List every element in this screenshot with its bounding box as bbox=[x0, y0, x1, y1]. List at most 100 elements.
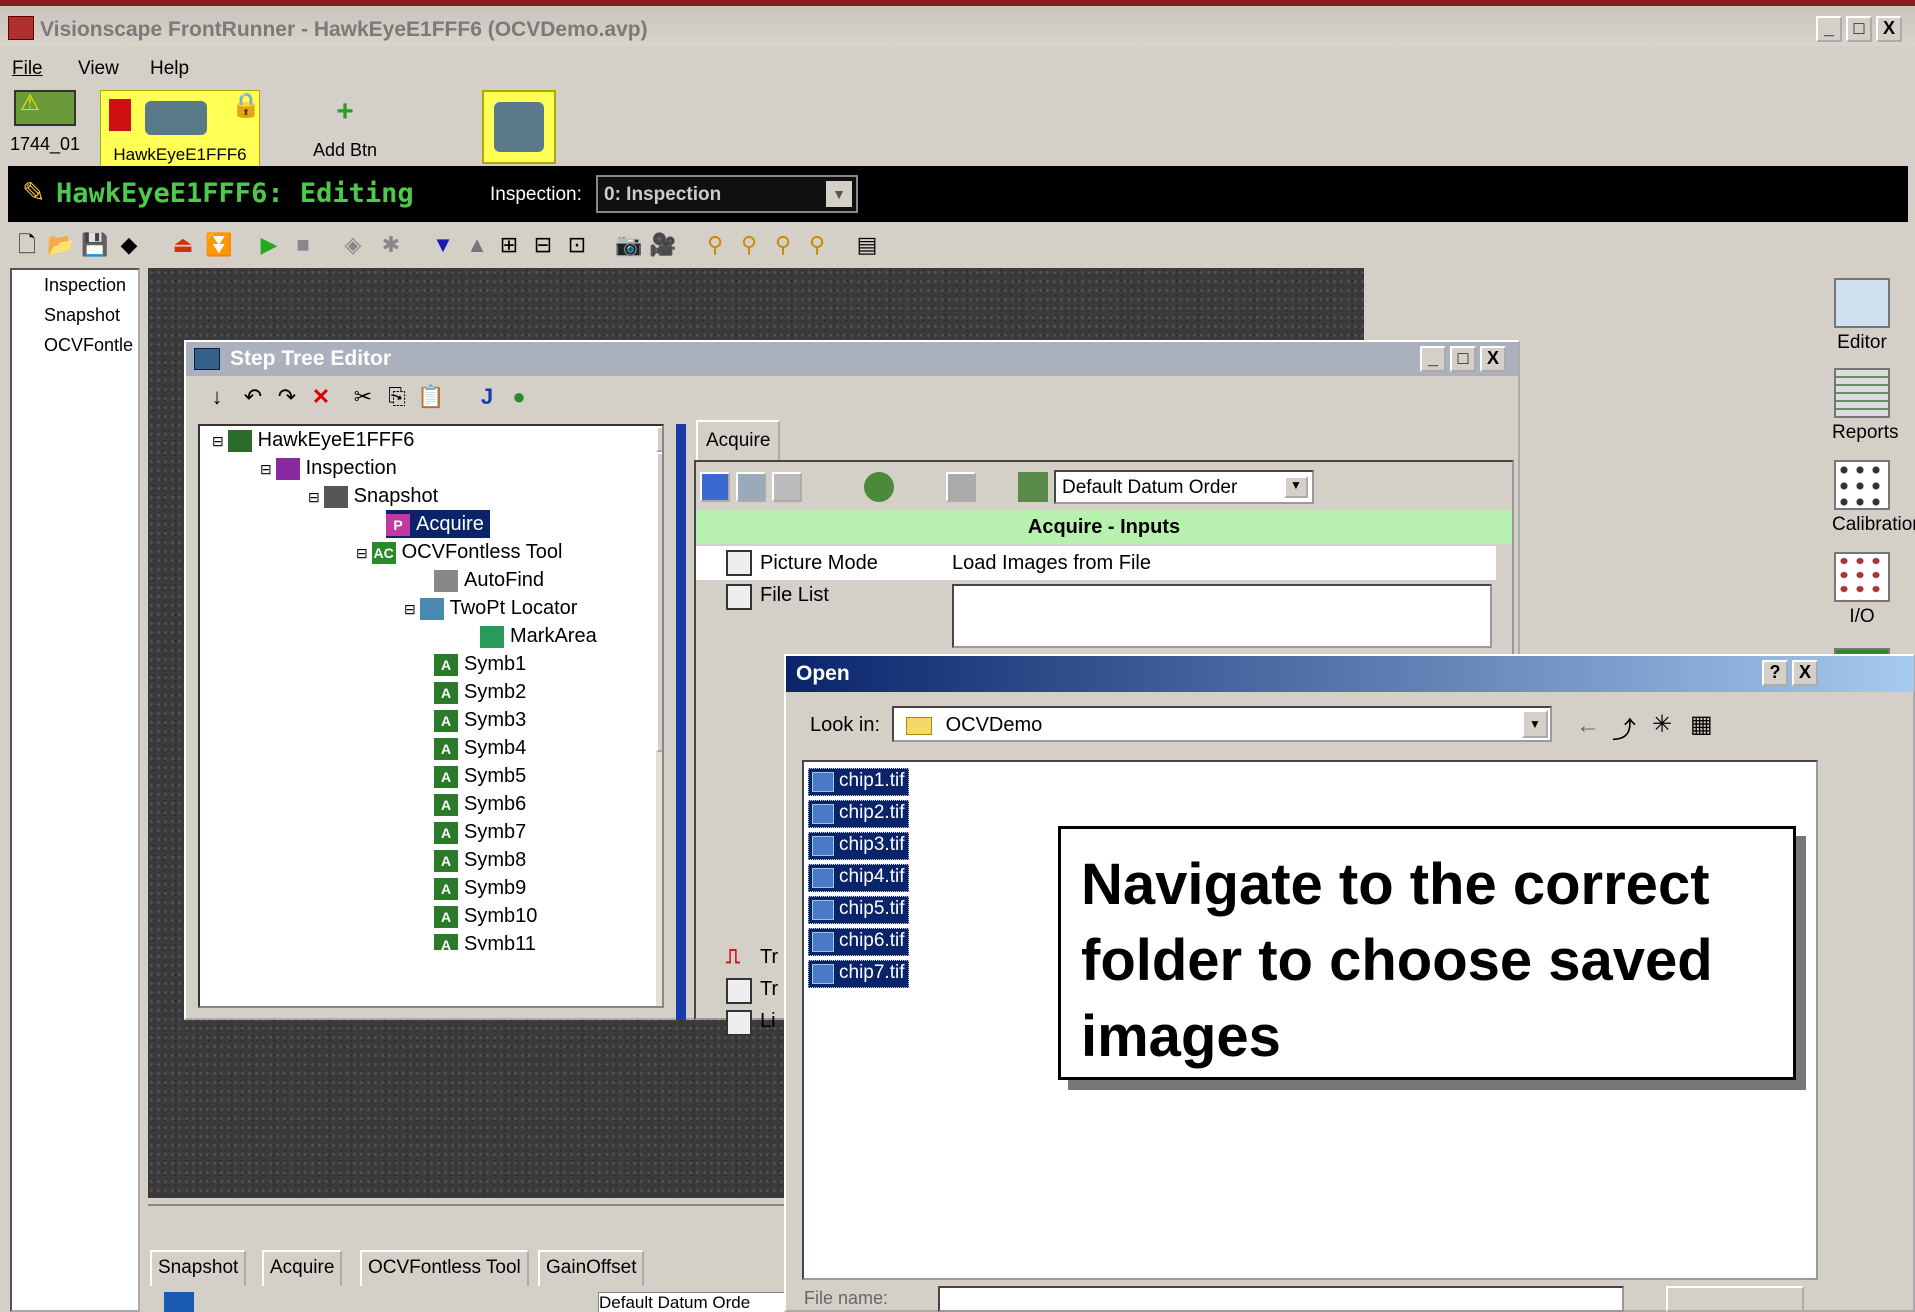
cut-icon[interactable]: ✂ bbox=[348, 382, 378, 412]
chevron-down-icon[interactable]: ▼ bbox=[826, 181, 852, 207]
copy-icon[interactable]: ⎘ bbox=[382, 382, 412, 412]
tree-node[interactable]: ⊟ HawkEyeE1FFF6 bbox=[212, 426, 414, 454]
menu-file[interactable]: File bbox=[12, 58, 43, 80]
scroll-thumb[interactable] bbox=[656, 452, 662, 752]
zoom-out-icon[interactable]: ⚲ bbox=[734, 230, 764, 260]
reports-view-button[interactable]: Reports bbox=[1832, 368, 1899, 444]
tree-node[interactable]: A Symb5 bbox=[434, 762, 526, 790]
open-icon[interactable]: 📂 bbox=[46, 230, 76, 260]
view-menu-icon[interactable]: ▦ bbox=[1690, 710, 1713, 739]
device-1744[interactable]: ⚠ 1744_01 bbox=[0, 90, 90, 168]
insert-before-icon[interactable]: ⊞ bbox=[494, 230, 524, 260]
ste-close-button[interactable]: X bbox=[1480, 346, 1506, 372]
help-button[interactable]: ? bbox=[1762, 660, 1788, 686]
tree-node[interactable]: ⊟ AC OCVFontless Tool bbox=[356, 538, 562, 566]
insert-after-icon[interactable]: ⊟ bbox=[528, 230, 558, 260]
tree-node[interactable]: MarkArea bbox=[480, 622, 597, 650]
tree-node[interactable]: ⊟ TwoPt Locator bbox=[404, 594, 577, 622]
undo-icon[interactable]: ↶ bbox=[238, 382, 268, 412]
tool-b-icon[interactable]: ✱ bbox=[376, 230, 406, 260]
file-item[interactable]: chip7.tif bbox=[808, 960, 910, 988]
tab-gainoffset[interactable]: GainOffset bbox=[538, 1250, 645, 1286]
tree-node[interactable]: ⊟ Inspection bbox=[260, 454, 397, 482]
download-icon[interactable]: ⏬ bbox=[204, 230, 234, 260]
tool-a-icon[interactable]: ◈ bbox=[338, 230, 368, 260]
device-hawkeye[interactable]: 🔒 HawkEyeE1FFF6 bbox=[100, 90, 261, 168]
tree-node[interactable]: A Symb2 bbox=[434, 678, 526, 706]
add-button[interactable]: + Add Btn bbox=[290, 90, 400, 168]
up-folder-icon[interactable]: ⤴ bbox=[1612, 710, 1636, 745]
step-list-item[interactable]: OCVFontle bbox=[12, 330, 138, 360]
file-item[interactable]: chip2.tif bbox=[808, 800, 910, 828]
upload-icon[interactable]: ⏏ bbox=[168, 230, 198, 260]
minimize-button[interactable]: _ bbox=[1816, 16, 1842, 42]
look-in-select[interactable]: OCVDemo ▼ bbox=[892, 706, 1552, 742]
tree-node[interactable]: A Symb1 bbox=[434, 650, 526, 678]
input-icon[interactable] bbox=[164, 1292, 194, 1312]
globe-icon[interactable]: ● bbox=[504, 382, 534, 412]
tree-node[interactable]: A Symb10 bbox=[434, 902, 537, 930]
menu-help[interactable]: Help bbox=[150, 58, 189, 80]
step-list-item[interactable]: Snapshot bbox=[12, 300, 138, 330]
tab-acquire-props[interactable]: Acquire bbox=[696, 420, 780, 460]
inspection-select[interactable]: 0: Inspection ▼ bbox=[596, 175, 858, 213]
file-item[interactable]: chip6.tif bbox=[808, 928, 910, 956]
tree-node[interactable]: A Symb6 bbox=[434, 790, 526, 818]
run-icon[interactable]: ▶ bbox=[254, 230, 284, 260]
tab-ocvfontless[interactable]: OCVFontless Tool bbox=[360, 1250, 529, 1286]
tree-node[interactable]: A Symb8 bbox=[434, 846, 526, 874]
chevron-down-icon[interactable]: ▼ bbox=[1284, 476, 1308, 498]
layers-icon[interactable]: ◆ bbox=[114, 230, 144, 260]
delete-icon[interactable]: ✕ bbox=[306, 382, 336, 412]
tree-node[interactable]: A Symb9 bbox=[434, 874, 526, 902]
tree-node[interactable]: A Symb7 bbox=[434, 818, 526, 846]
blank-tab-icon[interactable] bbox=[946, 472, 976, 502]
down-arrow-icon[interactable]: ↓ bbox=[202, 382, 232, 412]
tree-node[interactable]: A Symb3 bbox=[434, 706, 526, 734]
resource-tab-icon[interactable] bbox=[772, 472, 802, 502]
file-list-field[interactable] bbox=[952, 584, 1492, 648]
step-up-icon[interactable]: ▲ bbox=[462, 230, 492, 260]
zoom-fit-icon[interactable]: ⚲ bbox=[802, 230, 832, 260]
input-tab-icon[interactable] bbox=[700, 472, 730, 502]
step-list-item[interactable]: Inspection bbox=[12, 270, 138, 300]
file-item[interactable]: chip5.tif bbox=[808, 896, 910, 924]
tab-snapshot[interactable]: Snapshot bbox=[150, 1250, 247, 1286]
dialog-close-button[interactable]: X bbox=[1792, 660, 1818, 686]
ste-maximize-button[interactable]: □ bbox=[1450, 346, 1476, 372]
properties-icon[interactable]: ▤ bbox=[852, 230, 882, 260]
close-button[interactable]: X bbox=[1876, 16, 1902, 42]
redo-icon[interactable]: ↷ bbox=[272, 382, 302, 412]
bottom-datum-order[interactable]: Default Datum Orde bbox=[598, 1292, 788, 1312]
tree-node-selected[interactable]: P Acquire bbox=[386, 510, 490, 538]
maximize-button[interactable]: □ bbox=[1846, 16, 1872, 42]
globe-tab-icon[interactable] bbox=[864, 472, 894, 502]
back-icon[interactable]: ← bbox=[1576, 712, 1600, 740]
snapshot-camera-icon[interactable]: 📷 bbox=[614, 230, 644, 260]
live-camera-icon[interactable]: 🎥 bbox=[648, 230, 678, 260]
stop-icon[interactable]: ■ bbox=[288, 230, 318, 260]
tree-node[interactable]: ⊟ Snapshot bbox=[308, 482, 438, 510]
file-name-input[interactable] bbox=[938, 1286, 1624, 1312]
editor-view-button[interactable]: Editor bbox=[1832, 278, 1892, 354]
io-view-button[interactable]: I/O bbox=[1832, 552, 1892, 628]
scroll-up-arrow[interactable]: ▲ bbox=[656, 426, 662, 452]
property-row[interactable]: Picture Mode Load Images from File bbox=[696, 546, 1496, 580]
save-icon[interactable]: 💾 bbox=[80, 230, 110, 260]
tree-node[interactable]: AutoFind bbox=[434, 566, 544, 594]
datum-order-select[interactable]: Default Datum Order ▼ bbox=[1054, 470, 1314, 504]
file-item[interactable]: chip1.tif bbox=[808, 768, 910, 796]
tree-scrollbar[interactable]: ▲ bbox=[656, 426, 662, 1006]
menu-view[interactable]: View bbox=[78, 58, 119, 80]
train-tab-icon[interactable] bbox=[1018, 472, 1048, 502]
calibration-view-button[interactable]: Calibration bbox=[1832, 460, 1915, 536]
output-tab-icon[interactable] bbox=[736, 472, 766, 502]
ste-minimize-button[interactable]: _ bbox=[1420, 346, 1446, 372]
new-icon[interactable]: 🗋 bbox=[12, 230, 42, 260]
camera-live-button[interactable] bbox=[482, 90, 556, 164]
tree-node[interactable]: A Symb11 bbox=[434, 930, 536, 950]
zoom-auto-icon[interactable]: ⚲ bbox=[768, 230, 798, 260]
file-item[interactable]: chip3.tif bbox=[808, 832, 910, 860]
insert-child-icon[interactable]: ⊡ bbox=[562, 230, 592, 260]
open-button[interactable] bbox=[1666, 1286, 1804, 1312]
